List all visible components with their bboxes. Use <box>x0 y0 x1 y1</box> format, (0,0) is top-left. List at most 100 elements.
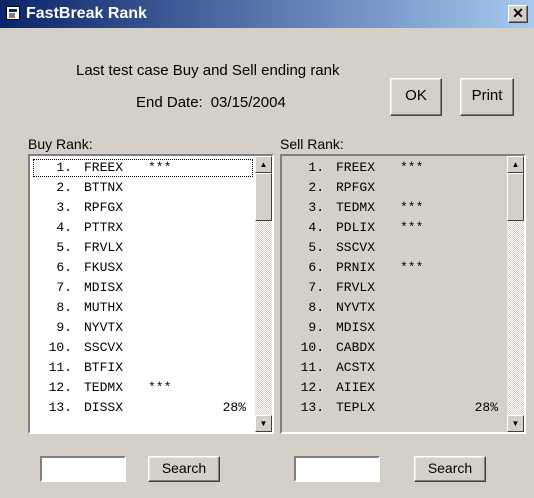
list-item[interactable]: 3. RPFGX <box>32 198 254 218</box>
list-item[interactable]: 8. MUTHX <box>32 298 254 318</box>
list-item[interactable]: 3. TEDMX *** <box>284 198 506 218</box>
fund-symbol: MDISX <box>84 280 124 295</box>
list-item[interactable]: 2. BTTNX <box>32 178 254 198</box>
flag-marker: *** <box>400 260 424 275</box>
list-item[interactable]: 8. NYVTX <box>284 298 506 318</box>
rank-number: 11. <box>48 360 72 375</box>
end-date-label: End Date: <box>136 94 203 111</box>
rank-number: 1. <box>56 160 72 175</box>
rank-number: 9. <box>56 320 72 335</box>
ok-button[interactable]: OK <box>390 78 442 116</box>
rank-number: 10. <box>300 340 324 355</box>
fund-symbol: TEDMX <box>336 200 376 215</box>
fund-symbol: BTTNX <box>84 180 124 195</box>
rank-number: 5. <box>56 240 72 255</box>
list-item[interactable]: 6. PRNIX *** <box>284 258 506 278</box>
close-button[interactable]: ✕ <box>508 5 528 23</box>
fund-symbol: SSCVX <box>84 340 124 355</box>
flag-marker: *** <box>400 220 424 235</box>
list-item[interactable]: 13. TEPLX 28% <box>284 398 506 418</box>
buy-search-button[interactable]: Search <box>148 456 220 482</box>
list-item[interactable]: 9. MDISX <box>284 318 506 338</box>
buy-scrollbar[interactable]: ▲ ▼ <box>255 156 272 432</box>
scroll-down-arrow-icon[interactable]: ▼ <box>507 415 524 432</box>
scroll-up-arrow-icon[interactable]: ▲ <box>507 156 524 173</box>
fund-symbol: TEDMX <box>84 380 124 395</box>
rank-number: 13. <box>48 400 72 415</box>
sell-scrollbar[interactable]: ▲ ▼ <box>507 156 524 432</box>
rank-number: 10. <box>48 340 72 355</box>
rank-number: 7. <box>308 280 324 295</box>
fund-symbol: NYVTX <box>84 320 124 335</box>
rank-number: 6. <box>56 260 72 275</box>
list-item[interactable]: 5. FRVLX <box>32 238 254 258</box>
sell-search-input[interactable] <box>294 456 380 482</box>
rank-number: 2. <box>56 180 72 195</box>
fund-symbol: PTTRX <box>84 220 124 235</box>
close-icon: ✕ <box>512 5 524 21</box>
buy-rank-list[interactable]: 1. FREEX *** 2. BTTNX 3. RPFGX 4. PTTRX 5. FRVLX 6.… <box>28 154 274 434</box>
scroll-down-arrow-icon[interactable]: ▼ <box>255 415 272 432</box>
list-item[interactable]: 11. ACSTX <box>284 358 506 378</box>
flag-marker: *** <box>148 380 172 395</box>
buy-rank-label: Buy Rank: <box>28 136 93 152</box>
rank-number: 5. <box>308 240 324 255</box>
scroll-up-arrow-icon[interactable]: ▲ <box>255 156 272 173</box>
fund-symbol: SSCVX <box>336 240 376 255</box>
caption-text: Last test case Buy and Sell ending rank <box>76 62 340 79</box>
fund-symbol: RPFGX <box>336 180 376 195</box>
title-bar[interactable]: FastBreak Rank ✕ <box>0 0 534 28</box>
fastbreak-rank-dialog: FastBreak Rank ✕ Last test case Buy and … <box>0 0 534 498</box>
flag-marker: *** <box>148 160 172 175</box>
fund-symbol: FKUSX <box>84 260 124 275</box>
sell-rank-list[interactable]: 1. FREEX *** 2. RPFGX 3. TEDMX *** 4. PDLIX *** 5. S… <box>280 154 526 434</box>
app-window-icon <box>6 6 20 20</box>
fund-symbol: MUTHX <box>84 300 124 315</box>
print-button[interactable]: Print <box>460 78 514 116</box>
end-date-value: 03/15/2004 <box>210 94 286 111</box>
list-item[interactable]: 4. PDLIX *** <box>284 218 506 238</box>
list-item[interactable]: 11. BTFIX <box>32 358 254 378</box>
list-item[interactable]: 13. DISSX 28% <box>32 398 254 418</box>
sell-scroll-thumb[interactable] <box>507 173 524 221</box>
sell-search-button[interactable]: Search <box>414 456 486 482</box>
fund-symbol: FRVLX <box>336 280 376 295</box>
list-item[interactable]: 5. SSCVX <box>284 238 506 258</box>
percent-value: 28% <box>474 400 498 415</box>
buy-rank-rows: 1. FREEX *** 2. BTTNX 3. RPFGX 4. PTTRX 5. FRVLX 6.… <box>32 158 254 430</box>
fund-symbol: MDISX <box>336 320 376 335</box>
buy-scroll-thumb[interactable] <box>255 173 272 221</box>
list-item[interactable]: 6. FKUSX <box>32 258 254 278</box>
fund-symbol: PDLIX <box>336 220 376 235</box>
list-item[interactable]: 7. FRVLX <box>284 278 506 298</box>
rank-number: 4. <box>56 220 72 235</box>
fund-symbol: AIIEX <box>336 380 376 395</box>
rank-number: 6. <box>308 260 324 275</box>
rank-number: 2. <box>308 180 324 195</box>
rank-number: 12. <box>300 380 324 395</box>
list-item[interactable]: 2. RPFGX <box>284 178 506 198</box>
list-item[interactable]: 10. CABDX <box>284 338 506 358</box>
list-item[interactable]: 9. NYVTX <box>32 318 254 338</box>
list-item[interactable]: 10. SSCVX <box>32 338 254 358</box>
rank-number: 4. <box>308 220 324 235</box>
list-item[interactable]: 12. TEDMX *** <box>32 378 254 398</box>
flag-marker: *** <box>400 160 424 175</box>
buy-search-input[interactable] <box>40 456 126 482</box>
rank-number: 7. <box>56 280 72 295</box>
fund-symbol: PRNIX <box>336 260 376 275</box>
rank-number: 11. <box>300 360 324 375</box>
rank-number: 8. <box>308 300 324 315</box>
fund-symbol: ACSTX <box>336 360 376 375</box>
sell-rank-label: Sell Rank: <box>280 136 344 152</box>
sell-rank-rows: 1. FREEX *** 2. RPFGX 3. TEDMX *** 4. PDLIX *** 5. S… <box>284 158 506 430</box>
list-item[interactable]: 1. FREEX *** <box>284 158 506 178</box>
fund-symbol: CABDX <box>336 340 376 355</box>
list-item[interactable]: 1. FREEX *** <box>32 158 254 178</box>
list-item[interactable]: 12. AIIEX <box>284 378 506 398</box>
list-item[interactable]: 4. PTTRX <box>32 218 254 238</box>
rank-number: 1. <box>308 160 324 175</box>
rank-number: 3. <box>56 200 72 215</box>
fund-symbol: FREEX <box>84 160 124 175</box>
list-item[interactable]: 7. MDISX <box>32 278 254 298</box>
